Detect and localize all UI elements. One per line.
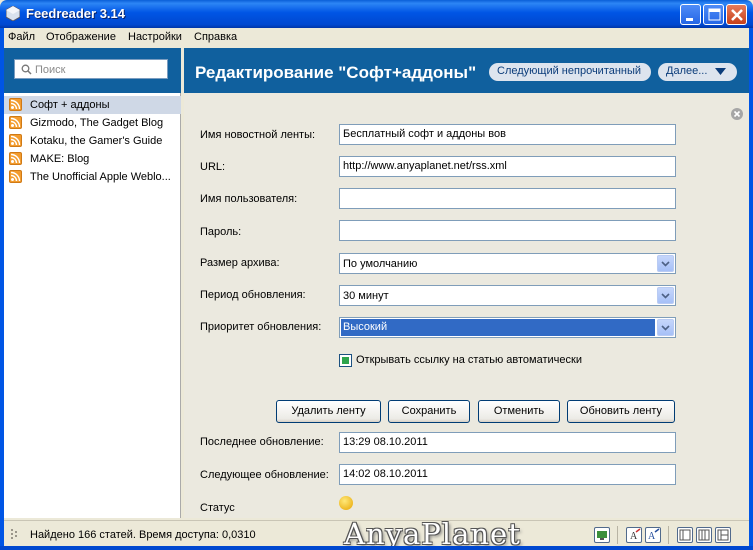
feed-label: The Unofficial Apple Weblo... bbox=[30, 171, 171, 183]
chevron-down-icon bbox=[715, 68, 726, 75]
rss-icon bbox=[9, 170, 22, 183]
window-frame-right bbox=[749, 28, 753, 550]
auto-open-label: Открывать ссылку на статью автоматически bbox=[356, 354, 582, 366]
feed-label: Gizmodo, The Gadget Blog bbox=[30, 117, 164, 129]
layout-one-icon[interactable] bbox=[677, 527, 693, 543]
font-icon[interactable]: A bbox=[626, 527, 642, 543]
username-field[interactable] bbox=[339, 188, 676, 209]
next-unread-button[interactable]: Следующий непрочитанный bbox=[489, 63, 651, 81]
password-field[interactable] bbox=[339, 220, 676, 241]
edit-feed-form: Имя новостной ленты: Бесплатный софт и а… bbox=[184, 93, 749, 518]
close-button[interactable] bbox=[726, 4, 747, 25]
status-label: Статус bbox=[200, 502, 235, 514]
update-priority-select[interactable]: Высокий bbox=[339, 317, 676, 338]
font-style-icon[interactable]: A bbox=[645, 527, 661, 543]
status-bar: Найдено 166 статей. Время доступа: 0,031… bbox=[4, 517, 749, 550]
next-update-label: Следующее обновление: bbox=[200, 469, 329, 481]
page-title: Редактирование "Софт+аддоны" bbox=[195, 63, 477, 82]
status-text: Найдено 166 статей. Время доступа: 0,031… bbox=[30, 529, 256, 541]
maximize-button[interactable] bbox=[703, 4, 724, 25]
username-label: Имя пользователя: bbox=[200, 193, 298, 205]
window-frame-bottom bbox=[0, 546, 753, 550]
title-bar[interactable]: Feedreader 3.14 bbox=[0, 0, 753, 28]
menu-bar: Файл Отображение Настройки Справка bbox=[4, 28, 749, 46]
layout-three-icon[interactable] bbox=[715, 527, 731, 543]
menu-file[interactable]: Файл bbox=[8, 31, 35, 43]
status-smiley-icon bbox=[339, 496, 353, 510]
dropdown-button[interactable] bbox=[657, 287, 674, 304]
url-field[interactable]: http://www.anyaplanet.net/rss.xml bbox=[339, 156, 676, 177]
network-icon[interactable] bbox=[594, 527, 610, 543]
grip-icon bbox=[11, 529, 17, 539]
save-button[interactable]: Сохранить bbox=[388, 400, 470, 423]
close-form-icon[interactable] bbox=[731, 108, 743, 120]
feed-item[interactable]: MAKE: Blog bbox=[4, 150, 181, 168]
main-header: Редактирование "Софт+аддоны" Следующий н… bbox=[184, 48, 749, 93]
next-update-field[interactable]: 14:02 08.10.2011 bbox=[339, 464, 676, 485]
checkbox-check-mark bbox=[342, 357, 349, 364]
menu-settings[interactable]: Настройки bbox=[128, 31, 182, 43]
archive-size-label: Размер архива: bbox=[200, 257, 280, 269]
feed-item[interactable]: Kotaku, the Gamer's Guide bbox=[4, 132, 181, 150]
feed-item[interactable]: Gizmodo, The Gadget Blog bbox=[4, 114, 181, 132]
app-icon bbox=[6, 6, 20, 21]
status-separator bbox=[617, 526, 618, 544]
update-period-label: Период обновления: bbox=[200, 289, 306, 301]
archive-size-select[interactable]: По умолчанию bbox=[339, 253, 676, 274]
refresh-feed-button[interactable]: Обновить ленту bbox=[567, 400, 675, 423]
feed-name-label: Имя новостной ленты: bbox=[200, 129, 316, 141]
chevron-down-icon bbox=[661, 293, 670, 299]
update-priority-label: Приоритет обновления: bbox=[200, 321, 322, 333]
rss-icon bbox=[9, 116, 22, 129]
feed-item[interactable]: Софт + аддоны bbox=[4, 96, 181, 114]
rss-icon bbox=[9, 152, 22, 165]
chevron-down-icon bbox=[661, 325, 670, 331]
sidebar-header: Поиск bbox=[4, 48, 181, 93]
feed-list: Софт + аддоны Gizmodo, The Gadget Blog K… bbox=[4, 93, 181, 518]
last-update-label: Последнее обновление: bbox=[200, 436, 324, 448]
svg-text:A: A bbox=[630, 531, 638, 542]
search-input[interactable]: Поиск bbox=[14, 59, 168, 79]
close-icon bbox=[731, 9, 743, 21]
last-update-field[interactable]: 13:29 08.10.2011 bbox=[339, 432, 676, 453]
feed-label: Kotaku, the Gamer's Guide bbox=[30, 135, 163, 147]
password-label: Пароль: bbox=[200, 226, 242, 238]
dropdown-button[interactable] bbox=[657, 319, 674, 336]
auto-open-checkbox[interactable] bbox=[339, 354, 352, 367]
layout-two-icon[interactable] bbox=[696, 527, 712, 543]
cancel-button[interactable]: Отменить bbox=[478, 400, 560, 423]
feed-name-field[interactable]: Бесплатный софт и аддоны вов bbox=[339, 124, 676, 145]
feed-label: Софт + аддоны bbox=[30, 99, 110, 111]
window-title: Feedreader 3.14 bbox=[26, 6, 126, 21]
archive-size-value: По умолчанию bbox=[343, 258, 418, 270]
delete-feed-button[interactable]: Удалить ленту bbox=[276, 400, 381, 423]
rss-icon bbox=[9, 134, 22, 147]
rss-icon bbox=[9, 98, 22, 111]
window-frame-left bbox=[0, 28, 4, 550]
feed-label: MAKE: Blog bbox=[30, 153, 90, 165]
dropdown-button[interactable] bbox=[657, 255, 674, 272]
chevron-down-icon bbox=[661, 261, 670, 267]
search-placeholder: Поиск bbox=[35, 64, 66, 76]
menu-help[interactable]: Справка bbox=[194, 31, 237, 43]
update-period-value: 30 минут bbox=[343, 290, 389, 302]
menu-view[interactable]: Отображение bbox=[46, 31, 116, 43]
more-button[interactable]: Далее... bbox=[658, 63, 737, 81]
maximize-icon bbox=[708, 8, 721, 21]
minimize-button[interactable] bbox=[680, 4, 701, 25]
url-label: URL: bbox=[200, 161, 226, 173]
search-icon bbox=[21, 64, 32, 75]
minimize-icon bbox=[686, 18, 693, 21]
update-period-select[interactable]: 30 минут bbox=[339, 285, 676, 306]
update-priority-value: Высокий bbox=[341, 319, 655, 336]
feed-item[interactable]: The Unofficial Apple Weblo... bbox=[4, 168, 181, 186]
more-label: Далее... bbox=[666, 65, 708, 77]
svg-text:A: A bbox=[648, 531, 656, 542]
status-separator bbox=[668, 526, 669, 544]
